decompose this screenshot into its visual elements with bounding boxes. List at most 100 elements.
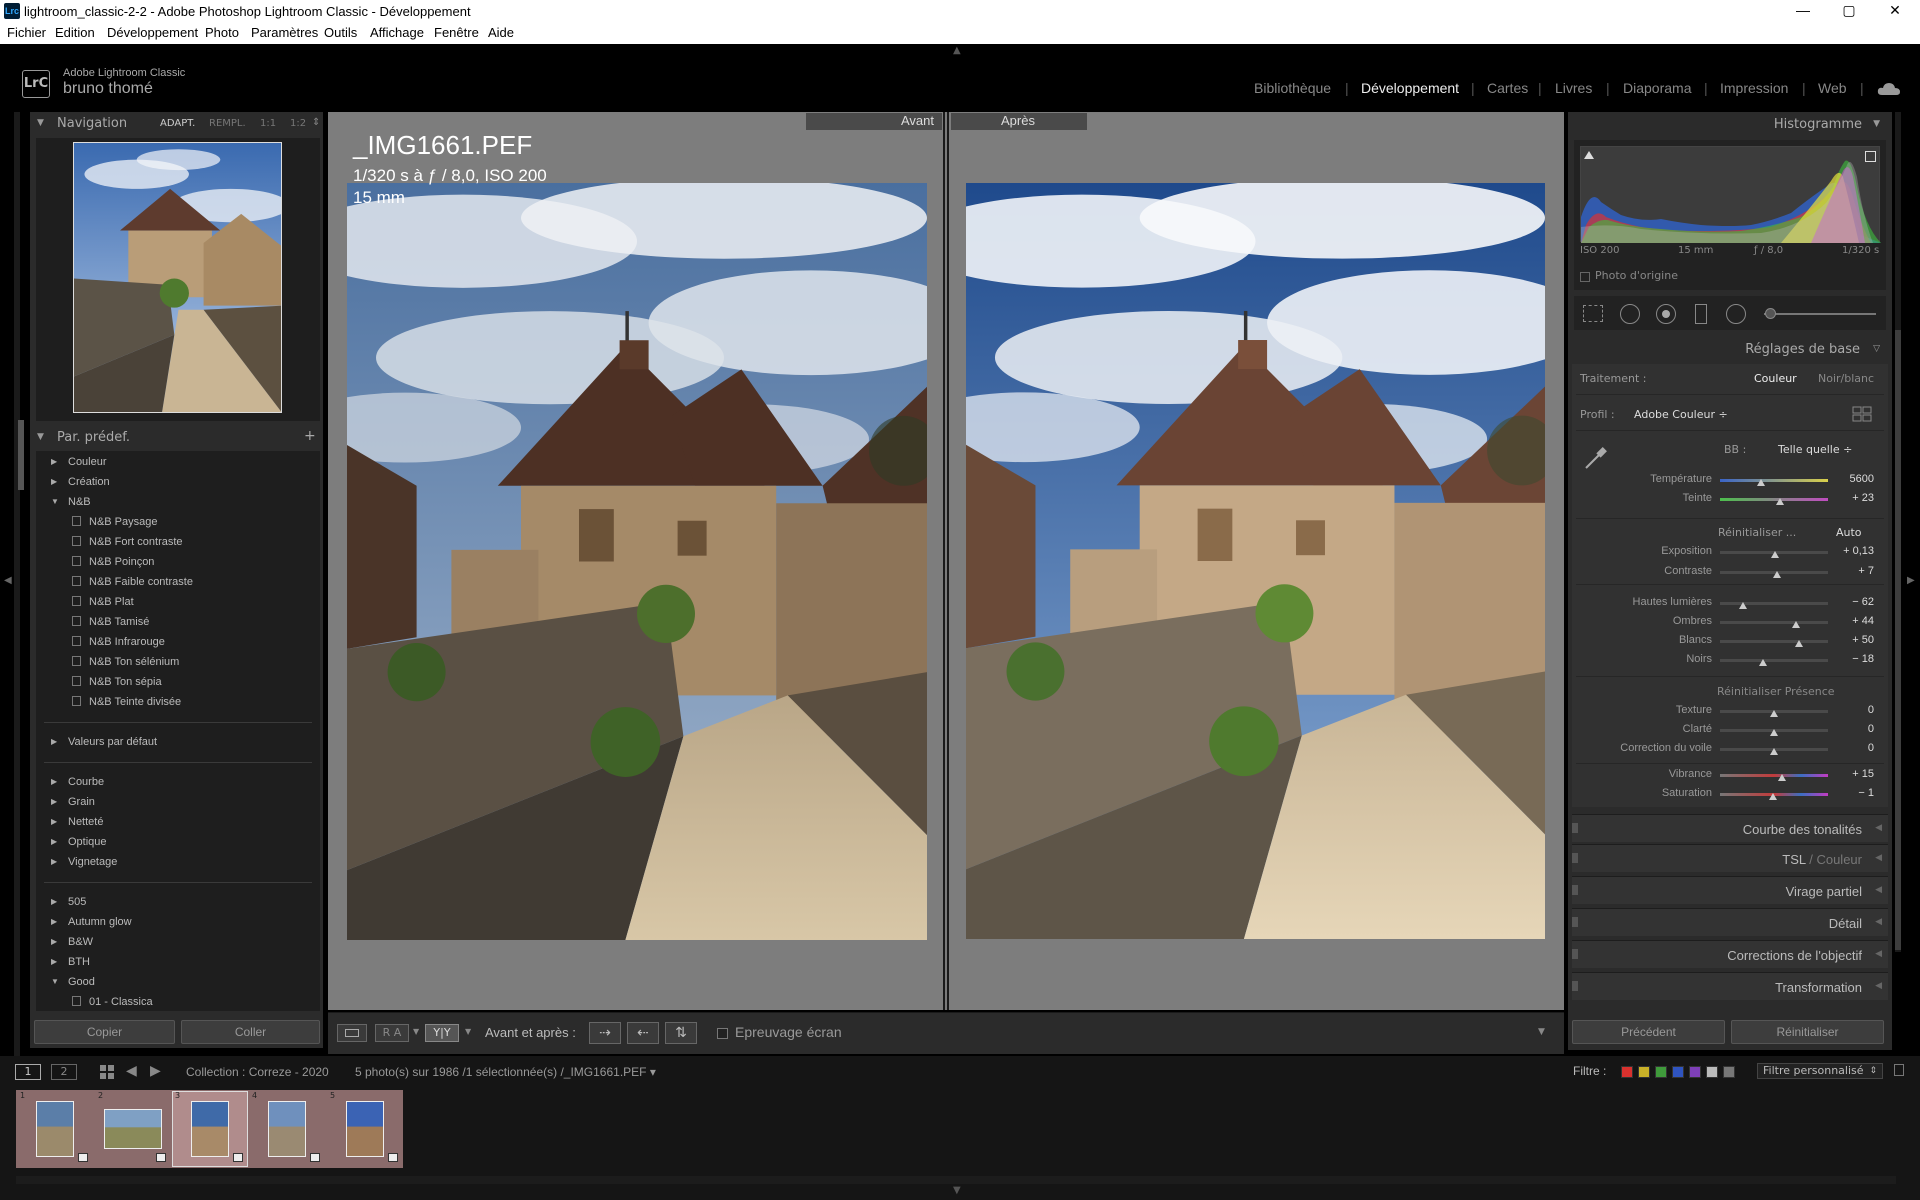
- preset-group-courbe[interactable]: ▶ Courbe: [51, 776, 104, 788]
- preset-item[interactable]: N&B Infrarouge: [72, 636, 165, 648]
- zoom-1-2[interactable]: 1:2: [290, 118, 306, 129]
- panel-lens-corrections[interactable]: Corrections de l'objectif ◀: [1572, 940, 1888, 968]
- slider-value[interactable]: + 44: [1834, 615, 1874, 627]
- previous-button[interactable]: Précédent: [1572, 1020, 1725, 1044]
- slider-thumb[interactable]: [1791, 621, 1800, 628]
- copy-before-to-after-icon[interactable]: ⇢: [589, 1022, 621, 1044]
- preset-item[interactable]: N&B Ton sépia: [72, 676, 162, 688]
- slider-track[interactable]: [1720, 659, 1828, 662]
- color-label-filter[interactable]: [1706, 1066, 1718, 1078]
- presence-reset-button[interactable]: Réinitialiser Présence: [1717, 685, 1835, 698]
- slider-thumb[interactable]: [1771, 551, 1780, 558]
- menu-fenetre[interactable]: Fenêtre: [434, 25, 479, 40]
- slider-value[interactable]: + 15: [1834, 768, 1874, 780]
- dropdown-arrow-icon[interactable]: ▼: [413, 1027, 419, 1036]
- preset-item[interactable]: N&B Faible contraste: [72, 576, 193, 588]
- preset-group-creation[interactable]: ▶ Création: [51, 476, 110, 488]
- panel-switch[interactable]: [1572, 823, 1578, 833]
- left-scrollbar[interactable]: [18, 420, 24, 490]
- next-photo-icon[interactable]: ▶: [150, 1063, 161, 1079]
- preset-item[interactable]: N&B Poinçon: [72, 556, 154, 568]
- preset-item[interactable]: N&B Fort contraste: [72, 536, 183, 548]
- module-developpement[interactable]: Développement: [1361, 80, 1459, 96]
- zoom-1-1[interactable]: 1:1: [260, 118, 276, 129]
- filmstrip-thumbnail[interactable]: 5: [328, 1091, 402, 1166]
- panel-tone-curve[interactable]: Courbe des tonalités ◀: [1572, 814, 1888, 842]
- filmstrip-thumbnail[interactable]: 2: [96, 1091, 170, 1166]
- navigator-preview[interactable]: [73, 142, 282, 413]
- crop-tool-icon[interactable]: [1583, 305, 1603, 322]
- slider-thumb[interactable]: [1777, 774, 1786, 781]
- panel-switch[interactable]: [1572, 885, 1578, 895]
- panel-hsl[interactable]: TSL / Couleur ◀: [1572, 844, 1888, 872]
- slider-thumb[interactable]: [1738, 602, 1747, 609]
- slider-value[interactable]: + 50: [1834, 634, 1874, 646]
- slider-track[interactable]: [1720, 640, 1828, 643]
- slider-value[interactable]: 0: [1834, 742, 1874, 754]
- menu-outils[interactable]: Outils: [324, 25, 357, 40]
- preset-group-nettete[interactable]: ▶ Netteté: [51, 816, 103, 828]
- slider-track[interactable]: [1720, 621, 1828, 624]
- profile-browser-icon[interactable]: [1852, 406, 1872, 422]
- module-bibliotheque[interactable]: Bibliothèque: [1254, 80, 1331, 96]
- preset-item[interactable]: N&B Teinte divisée: [72, 696, 181, 708]
- brush-tool-icon[interactable]: [1765, 308, 1776, 319]
- treatment-bw-option[interactable]: Noir/blanc: [1818, 372, 1874, 385]
- slider-track[interactable]: [1720, 602, 1828, 605]
- preset-item[interactable]: N&B Plat: [72, 596, 134, 608]
- slider-thumb[interactable]: [1757, 479, 1766, 486]
- main-window-button[interactable]: 1: [15, 1064, 41, 1080]
- menu-developpement[interactable]: Développement: [107, 25, 198, 40]
- slider-value[interactable]: 5600: [1834, 473, 1874, 485]
- panel-detail[interactable]: Détail ◀: [1572, 908, 1888, 936]
- color-label-filter[interactable]: [1689, 1066, 1701, 1078]
- grid-view-icon[interactable]: [99, 1064, 115, 1080]
- filter-select[interactable]: Filtre personnalisé ⇕: [1757, 1063, 1883, 1079]
- slider-value[interactable]: − 18: [1834, 653, 1874, 665]
- brush-tool-slider[interactable]: [1764, 313, 1876, 315]
- after-photo[interactable]: [966, 183, 1545, 939]
- add-preset-icon[interactable]: +: [304, 428, 316, 444]
- left-panel-toggle-icon[interactable]: ◀: [4, 575, 12, 586]
- photo-count[interactable]: 5 photo(s) sur 1986 /1 sélectionnée(s) /…: [355, 1065, 656, 1079]
- profile-select[interactable]: Adobe Couleur ÷: [1634, 408, 1728, 421]
- paste-button[interactable]: Coller: [181, 1020, 320, 1044]
- zoom-fill[interactable]: REMPL.: [209, 118, 246, 129]
- highlight-clipping-icon[interactable]: [1865, 151, 1876, 162]
- auto-tone-button[interactable]: Auto: [1836, 526, 1862, 539]
- slider-track[interactable]: [1720, 498, 1828, 501]
- filmstrip-thumbnail[interactable]: 3: [172, 1091, 248, 1167]
- dropdown-arrow-icon[interactable]: ▼: [465, 1027, 471, 1036]
- soft-proof-checkbox[interactable]: [717, 1028, 728, 1039]
- slider-value[interactable]: 0: [1834, 704, 1874, 716]
- module-impression[interactable]: Impression: [1720, 80, 1788, 96]
- slider-thumb[interactable]: [1759, 659, 1768, 666]
- preset-group-autumn-glow[interactable]: ▶ Autumn glow: [51, 916, 132, 928]
- loupe-view-button[interactable]: [337, 1024, 367, 1042]
- preset-group-good[interactable]: ▼ Good: [51, 976, 95, 988]
- red-eye-icon[interactable]: [1656, 304, 1676, 324]
- panel-switch[interactable]: [1572, 917, 1578, 927]
- reset-button[interactable]: Réinitialiser: [1731, 1020, 1884, 1044]
- slider-value[interactable]: 0: [1834, 723, 1874, 735]
- tone-reset-button[interactable]: Réinitialiser ...: [1718, 526, 1796, 539]
- yy-view-button[interactable]: Y|Y: [425, 1024, 459, 1042]
- preset-item[interactable]: N&B Paysage: [72, 516, 157, 528]
- panel-transform[interactable]: Transformation ◀: [1572, 972, 1888, 1000]
- zoom-fit[interactable]: ADAPT.: [160, 118, 195, 129]
- navigator-header[interactable]: ▼ Navigation ADAPT. REMPL. 1:1 1:2 ⇕: [30, 112, 323, 136]
- filmstrip-thumbnail[interactable]: 4: [250, 1091, 324, 1166]
- menu-photo[interactable]: Photo: [205, 25, 239, 40]
- menu-edition[interactable]: Edition: [55, 25, 95, 40]
- slider-value[interactable]: + 7: [1834, 565, 1874, 577]
- top-panel-toggle-icon[interactable]: ▲: [953, 45, 961, 56]
- module-web[interactable]: Web: [1818, 80, 1847, 96]
- histogram-graph[interactable]: [1580, 146, 1881, 243]
- preset-item[interactable]: N&B Tamisé: [72, 616, 149, 628]
- right-panel-toggle-icon[interactable]: ▶: [1907, 575, 1915, 586]
- filmstrip-thumbnail[interactable]: 1: [18, 1091, 92, 1166]
- slider-value[interactable]: − 62: [1834, 596, 1874, 608]
- preset-group-505[interactable]: ▶ 505: [51, 896, 86, 908]
- slider-thumb[interactable]: [1770, 729, 1778, 736]
- graduated-filter-icon[interactable]: [1695, 304, 1707, 324]
